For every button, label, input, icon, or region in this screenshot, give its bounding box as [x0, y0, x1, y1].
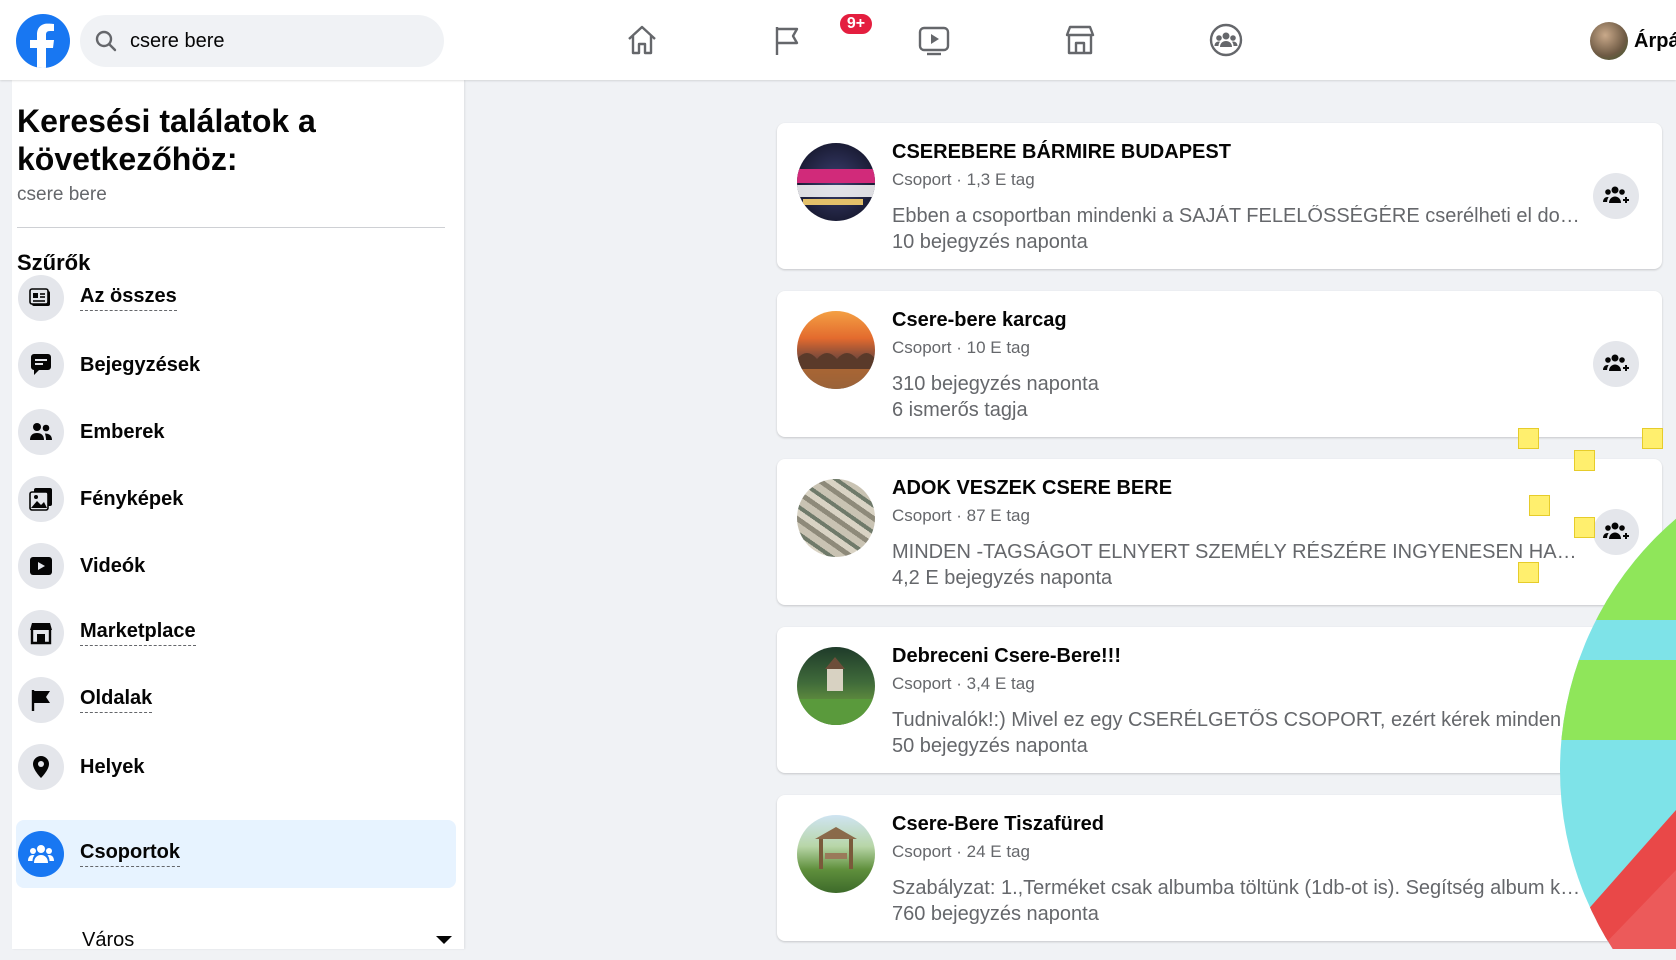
user-avatar[interactable] — [1590, 22, 1628, 60]
flag-icon — [18, 677, 64, 723]
filter-label: Marketplace — [80, 620, 196, 646]
filter-label: Csoportok — [80, 841, 180, 867]
search-results-heading: Keresési találatok a következőhöz: — [17, 103, 316, 177]
group-meta: Csoport · 24 E tag — [892, 842, 1030, 861]
group-result-card[interactable]: Csere-Bere Tiszafüred Csoport · 24 E tag… — [777, 795, 1662, 941]
group-result-card[interactable]: CSEREBERE BÁRMIRE BUDAPEST Csoport · 1,3… — [777, 123, 1662, 269]
group-thumbnail[interactable] — [797, 815, 875, 893]
marketplace-nav-icon[interactable] — [1058, 18, 1102, 62]
search-box[interactable] — [80, 15, 444, 67]
search-filters-sidebar: Keresési találatok a következőhöz: csere… — [12, 80, 464, 951]
watch-video-nav-icon[interactable] — [912, 18, 956, 62]
post-icon — [18, 342, 64, 388]
filter-pages[interactable]: Oldalak — [16, 666, 456, 734]
facebook-logo-icon[interactable] — [16, 14, 70, 68]
location-pin-icon — [18, 744, 64, 790]
groups-nav-icon[interactable] — [1204, 18, 1248, 62]
city-dropdown[interactable]: Város — [82, 920, 454, 960]
annotation-marker — [1529, 495, 1550, 516]
annotation-marker — [1518, 562, 1539, 583]
group-result-card[interactable]: Debreceni Csere-Bere!!! Csoport · 3,4 E … — [777, 627, 1662, 773]
group-thumbnail[interactable] — [797, 143, 875, 221]
group-thumbnail[interactable] — [797, 647, 875, 725]
filter-label: Oldalak — [80, 687, 153, 713]
divider — [17, 227, 445, 228]
group-meta: Csoport · 3,4 E tag — [892, 674, 1035, 693]
filter-places[interactable]: Helyek — [16, 733, 456, 801]
filter-label: Videók — [80, 554, 146, 577]
people-icon — [18, 409, 64, 455]
annotation-marker — [1574, 450, 1595, 471]
group-activity: 4,2 E bejegyzés naponta — [892, 567, 1113, 589]
group-thumbnail[interactable] — [797, 311, 875, 389]
group-name[interactable]: Csere-bere karcag — [892, 309, 1067, 332]
group-result-card[interactable]: ADOK VESZEK CSERE BERE Csoport · 87 E ta… — [777, 459, 1662, 605]
filter-label: Emberek — [80, 420, 165, 443]
group-activity: 50 bejegyzés naponta — [892, 735, 1088, 757]
group-name[interactable]: CSEREBERE BÁRMIRE BUDAPEST — [892, 141, 1231, 164]
group-description: MINDEN -TAGSÁGOT ELNYERT SZEMÉLY RÉSZÉRE… — [892, 541, 1582, 563]
feed-icon — [18, 275, 64, 321]
filter-photos[interactable]: Fényképek — [16, 465, 456, 533]
filter-label: Fényképek — [80, 487, 184, 510]
filter-posts[interactable]: Bejegyzések — [16, 331, 456, 399]
group-description: Ebben a csoportban mindenki a SAJÁT FELE… — [892, 205, 1582, 227]
annotation-marker — [1642, 428, 1663, 449]
filter-label: Helyek — [80, 755, 145, 778]
group-activity: 760 bejegyzés naponta — [892, 903, 1099, 925]
chevron-down-icon — [434, 929, 454, 952]
mutual-friends: 6 ismerős tagja — [892, 399, 1028, 421]
search-icon — [94, 29, 118, 53]
filter-people[interactable]: Emberek — [16, 398, 456, 466]
join-group-button[interactable] — [1593, 173, 1639, 219]
pages-flag-nav-icon[interactable] — [766, 18, 810, 62]
group-meta: Csoport · 10 E tag — [892, 338, 1030, 357]
group-description: Tudnivalók!:) Mivel ez egy CSERÉLGETŐS C… — [892, 709, 1582, 731]
group-name[interactable]: Debreceni Csere-Bere!!! — [892, 645, 1121, 668]
join-group-button[interactable] — [1593, 341, 1639, 387]
filter-videos[interactable]: Videók — [16, 532, 456, 600]
notification-badge: 9+ — [838, 12, 874, 36]
group-name[interactable]: ADOK VESZEK CSERE BERE — [892, 477, 1172, 500]
group-result-card[interactable]: Csere-bere karcag Csoport · 10 E tag 310… — [777, 291, 1662, 437]
home-nav-icon[interactable] — [620, 18, 664, 62]
filter-label: Bejegyzések — [80, 353, 201, 376]
filter-label: Az összes — [80, 285, 177, 311]
video-icon — [18, 543, 64, 589]
groups-icon — [18, 831, 64, 877]
annotation-marker — [1518, 428, 1539, 449]
group-activity: 10 bejegyzés naponta — [892, 231, 1088, 253]
city-label: Város — [82, 928, 135, 951]
marketplace-icon — [18, 610, 64, 656]
decorative-sticker-graphic — [1560, 510, 1676, 949]
photos-icon — [18, 476, 64, 522]
filter-groups[interactable]: Csoportok — [16, 820, 456, 888]
search-query-text: csere bere — [17, 184, 107, 205]
group-meta: Csoport · 87 E tag — [892, 506, 1030, 525]
join-group-icon — [1603, 186, 1629, 203]
filter-marketplace[interactable]: Marketplace — [16, 599, 456, 667]
group-description: Szabályzat: 1.,Terméket csak albumba töl… — [892, 877, 1582, 899]
search-input[interactable] — [128, 28, 432, 54]
top-navigation-bar: 9+ Árpád — [0, 0, 1676, 80]
group-meta: Csoport · 1,3 E tag — [892, 170, 1035, 189]
group-name[interactable]: Csere-Bere Tiszafüred — [892, 813, 1104, 836]
user-name[interactable]: Árpád — [1634, 30, 1676, 53]
group-thumbnail[interactable] — [797, 479, 875, 557]
filter-all[interactable]: Az összes — [16, 264, 456, 332]
join-group-icon — [1603, 354, 1629, 371]
group-activity: 310 bejegyzés naponta — [892, 373, 1099, 395]
annotation-marker — [1574, 517, 1595, 538]
